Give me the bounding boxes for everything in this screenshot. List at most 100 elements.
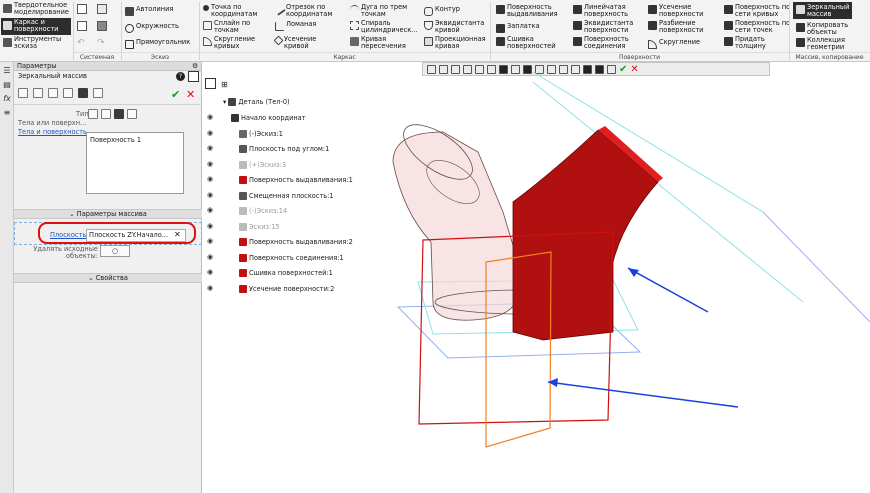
autoline-button[interactable]: Автолиния bbox=[125, 6, 173, 16]
guide-line bbox=[762, 211, 870, 323]
undo-icon[interactable]: ↶ bbox=[77, 38, 87, 48]
save-icon[interactable] bbox=[97, 21, 107, 31]
command-name-row: Зеркальный массив ? bbox=[14, 71, 201, 82]
trim-surface-button[interactable]: Усечение поверхности bbox=[648, 4, 721, 18]
surface-list-item[interactable]: Поверхность 1 bbox=[90, 136, 141, 144]
spline-icon bbox=[203, 21, 212, 30]
variables-icon[interactable]: fx bbox=[2, 94, 12, 104]
arc-icon bbox=[350, 5, 359, 14]
point-icon bbox=[203, 5, 209, 11]
left-sidebar: ☰ ▤ fx ≡ bbox=[0, 62, 14, 493]
table-tab-icon[interactable] bbox=[93, 88, 103, 98]
bodies-label: Тела или поверхн... bbox=[18, 119, 87, 127]
point-by-coords-button[interactable]: Точка по координатам bbox=[203, 4, 271, 18]
model-canvas bbox=[392, 71, 870, 448]
extrude-surface-icon bbox=[496, 5, 505, 14]
redo-icon[interactable]: ↷ bbox=[97, 38, 107, 48]
trim-surface-icon bbox=[648, 5, 657, 14]
geometry-collection-button[interactable]: Коллекция геометрии bbox=[796, 37, 855, 51]
spline-by-points-button[interactable]: Сплайн по точкам bbox=[203, 20, 274, 34]
copy-objects-button[interactable]: Копировать объекты bbox=[796, 22, 855, 36]
helix-icon bbox=[350, 21, 359, 30]
copy-objects-icon bbox=[796, 23, 805, 32]
3d-viewport[interactable]: ✔ ✕ ⊞ ▾ Деталь (Тел-0) ◉ Начало координат ◉… bbox=[203, 62, 870, 493]
tree-toggle-icon[interactable] bbox=[188, 71, 199, 82]
tree-view-icon[interactable]: ☰ bbox=[2, 66, 12, 76]
split-surface-button[interactable]: Разбиение поверхности bbox=[648, 20, 721, 34]
surfaces-type-icon[interactable] bbox=[101, 109, 111, 119]
annotation-arrow bbox=[627, 267, 709, 313]
system-group: ↶ ↷ bbox=[77, 4, 119, 50]
surface-by-point-net-button[interactable]: Поверхность по сети точек bbox=[724, 20, 793, 34]
nav-frame-surfaces[interactable]: Каркас и поверхности bbox=[1, 18, 71, 35]
ruled-surface-button[interactable]: Линейчатая поверхность bbox=[573, 4, 640, 18]
thicken-button[interactable]: Придать толщину bbox=[724, 36, 785, 50]
delete-source-label: Удалять исходные объекты: bbox=[33, 245, 98, 260]
rectangle-button[interactable]: Прямоугольник bbox=[125, 39, 190, 49]
cancel-x-icon[interactable]: ✕ bbox=[186, 88, 195, 101]
help-icon[interactable]: ? bbox=[176, 72, 185, 81]
offset-curve-icon bbox=[424, 21, 433, 30]
fillet-icon bbox=[648, 40, 657, 49]
circle-icon bbox=[125, 24, 134, 33]
bodies-link[interactable]: Тела и поверхность bbox=[18, 129, 87, 136]
layers-icon[interactable]: ▤ bbox=[2, 80, 12, 90]
projection-curve-icon bbox=[424, 37, 433, 46]
group-surfaces-label: Поверхности bbox=[490, 52, 789, 61]
nav-solid-modeling[interactable]: Твердотельное моделирование bbox=[1, 1, 71, 18]
segment-icon bbox=[273, 3, 286, 16]
gear-icon[interactable] bbox=[33, 88, 43, 98]
polyline-button[interactable]: Ломаная bbox=[275, 21, 316, 31]
trim-curve-button[interactable]: Усечение кривой bbox=[273, 36, 324, 50]
menu-icon[interactable]: ≡ bbox=[2, 108, 12, 118]
extrude-surface-button[interactable]: Поверхность выдавливания bbox=[496, 4, 569, 18]
offset-curve-button[interactable]: Эквидистанта кривой bbox=[424, 20, 487, 34]
panel-header: Параметры ⚙ bbox=[14, 62, 201, 71]
new-document-icon[interactable] bbox=[77, 4, 87, 14]
contour-button[interactable]: Контур bbox=[424, 6, 460, 16]
offset-surface-button[interactable]: Эквидистанта поверхности bbox=[573, 20, 644, 34]
points-tab-icon[interactable] bbox=[48, 88, 58, 98]
arc-three-points-button[interactable]: Дуга по трем точкам bbox=[350, 4, 419, 18]
nav-sketch-tools[interactable]: Инструменты эскиза bbox=[1, 35, 71, 52]
helix-button[interactable]: Спираль цилиндрическ... bbox=[350, 20, 423, 34]
panel-settings-icon[interactable]: ⚙ bbox=[192, 62, 198, 71]
selected-type-icon[interactable] bbox=[114, 109, 124, 119]
projection-curve-button[interactable]: Проекционная кривая bbox=[424, 36, 487, 50]
props-section-header[interactable]: ⌄ Свойства bbox=[14, 273, 202, 283]
patch-button[interactable]: Заплатка bbox=[496, 23, 540, 33]
curves-tab-icon[interactable] bbox=[63, 88, 73, 98]
intersection-curve-button[interactable]: Кривая пересечения bbox=[350, 36, 411, 50]
curve-net-icon bbox=[724, 5, 733, 14]
params-tab-icon[interactable] bbox=[18, 88, 28, 98]
ruled-surface-icon bbox=[573, 5, 582, 14]
delete-source-toggle[interactable]: ○ bbox=[100, 245, 130, 257]
autoline-icon bbox=[125, 7, 134, 16]
surface-by-curve-net-button[interactable]: Поверхность по сети кривых bbox=[724, 4, 793, 18]
thicken-icon bbox=[724, 37, 733, 46]
surface-icon bbox=[3, 21, 12, 30]
red-highlight-oval bbox=[38, 222, 196, 244]
join-surface-button[interactable]: Поверхность соединения bbox=[573, 36, 644, 50]
copy-icon[interactable] bbox=[77, 21, 87, 31]
patch-icon bbox=[496, 24, 505, 33]
stitch-surfaces-button[interactable]: Сшивка поверхностей bbox=[496, 36, 563, 50]
ok-checkmark-icon[interactable]: ✔ bbox=[171, 88, 180, 101]
segment-by-coords-button[interactable]: Отрезок по координатам bbox=[273, 3, 348, 18]
join-surface-icon bbox=[573, 37, 582, 46]
surfaces-list[interactable]: Поверхность 1 bbox=[86, 132, 184, 194]
fillet-curve-icon bbox=[203, 37, 212, 46]
mirror-tab-icon[interactable] bbox=[78, 88, 88, 98]
group-sketch-label: Эскиз bbox=[121, 52, 199, 61]
panel-title: Параметры bbox=[17, 62, 57, 70]
open-folder-icon[interactable] bbox=[97, 4, 107, 14]
rotate-type-icon[interactable] bbox=[127, 109, 137, 119]
mirror-array-button[interactable]: Зеркальный массив bbox=[793, 2, 852, 19]
fillet-button[interactable]: Скругление bbox=[648, 39, 700, 49]
offset-surface-icon bbox=[573, 21, 582, 30]
bodies-type-icon[interactable] bbox=[88, 109, 98, 119]
fillet-curves-button[interactable]: Скругление кривых bbox=[203, 36, 274, 50]
solid-icon bbox=[3, 4, 12, 13]
params-section-header[interactable]: ⌄ Параметры массива bbox=[14, 209, 202, 219]
circle-button[interactable]: Окружность bbox=[125, 23, 179, 33]
